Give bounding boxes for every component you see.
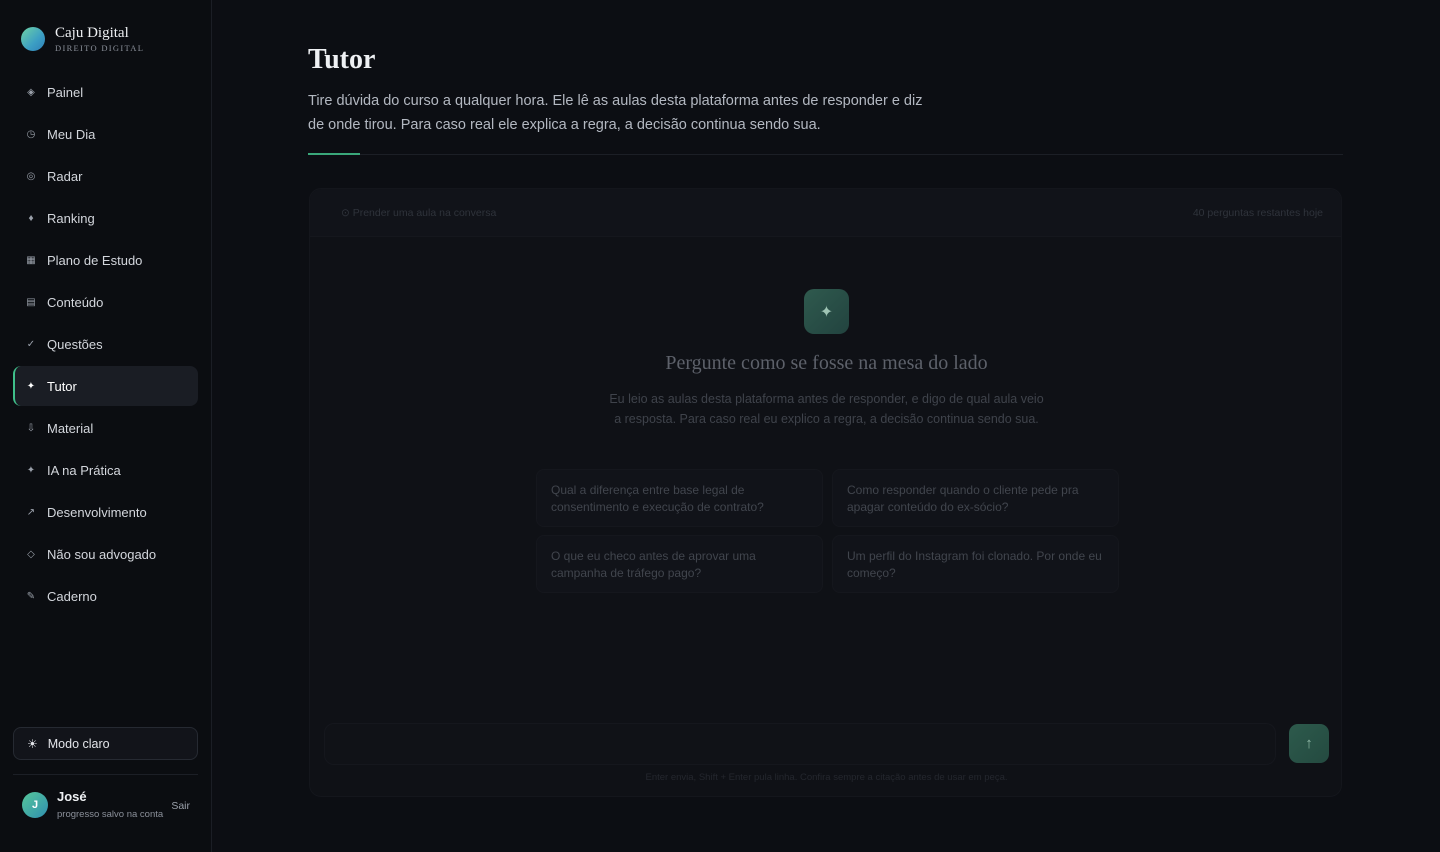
radar-icon: ◎ [26,170,36,182]
suggestion-card[interactable]: Qual a diferença entre base legal de con… [536,469,823,527]
brand-name: Caju Digital [55,25,129,41]
sidebar-item-desenvolvimento[interactable]: ↗ Desenvolvimento [13,492,198,532]
sidebar-item-plano-de-estudo[interactable]: ▦ Plano de Estudo [13,240,198,280]
sidebar-item-label: Radar [47,168,83,184]
user-info: José progresso salvo na conta [57,789,167,820]
sidebar-item-label: Desenvolvimento [47,504,147,520]
pencil-icon: ✎ [26,590,36,602]
theme-toggle-button[interactable]: ☀ Modo claro [13,727,198,760]
user-status: progresso salvo na conta [57,809,164,820]
brand[interactable]: Caju Digital DIREITO DIGITAL [21,26,144,53]
user-name: José [57,789,87,804]
sidebar-item-label: Tutor [47,378,77,394]
sidebar-item-material[interactable]: ⇩ Material [13,408,198,448]
page-description: Tire dúvida do curso a qualquer hora. El… [308,93,923,133]
check-icon: ✓ [26,338,36,350]
download-icon: ⇩ [26,422,36,434]
theme-toggle-label: Modo claro [47,736,110,751]
sidebar-divider [13,774,198,775]
suggestion-card[interactable]: O que eu checo antes de aprovar uma camp… [536,535,823,593]
chat-input[interactable] [324,723,1276,765]
sidebar: Caju Digital DIREITO DIGITAL ◈ Painel ◷ … [0,0,212,852]
brand-subtitle: DIREITO DIGITAL [55,43,145,53]
brand-text: Caju Digital DIREITO DIGITAL [55,25,145,54]
sparkle-icon: ✦ [26,380,36,392]
suggestion-grid: Qual a diferença entre base legal de con… [536,469,1119,593]
sidebar-item-label: Material [47,420,94,436]
empty-state: ✦ Pergunte como se fosse na mesa do lado… [310,289,1341,429]
calendar-grid-icon: ▦ [26,254,36,266]
chat-composer: ↑ [324,723,1329,765]
sidebar-item-label: Questões [47,336,103,352]
page-title: Tutor [308,44,376,75]
diamond-outline-icon: ◇ [27,548,35,560]
send-button[interactable]: ↑ [1289,724,1329,763]
title-accent-bar [308,153,360,155]
sidebar-nav: ◈ Painel ◷ Meu Dia ◎ Radar ♦ Ranking ▦ P… [13,72,198,618]
sidebar-item-label: Não sou advogado [47,546,157,562]
sparkle-icon: ✦ [804,289,849,334]
sidebar-item-label: Painel [47,84,84,100]
avatar[interactable]: J [22,792,48,818]
sidebar-item-ranking[interactable]: ♦ Ranking [13,198,198,238]
sidebar-item-label: IA na Prática [47,462,121,478]
sidebar-item-meu-dia[interactable]: ◷ Meu Dia [13,114,198,154]
empty-state-description: Eu leio as aulas desta plataforma antes … [609,392,1044,426]
arrow-up-icon: ↑ [1305,735,1313,752]
sidebar-item-label: Plano de Estudo [47,252,143,268]
brand-logo-icon [21,27,45,51]
sidebar-item-radar[interactable]: ◎ Radar [13,156,198,196]
sidebar-item-label: Meu Dia [47,126,96,142]
sidebar-item-painel[interactable]: ◈ Painel [13,72,198,112]
sidebar-item-conteudo[interactable]: ▤ Conteúdo [13,282,198,322]
sidebar-item-caderno[interactable]: ✎ Caderno [13,576,198,616]
sidebar-item-label: Conteúdo [47,294,104,310]
suggestion-card[interactable]: Um perfil do Instagram foi clonado. Por … [832,535,1119,593]
chat-header: ⊙ Prender uma aula na conversa 40 pergun… [310,189,1341,237]
list-icon: ▤ [26,296,36,308]
sidebar-item-ia-na-pratica[interactable]: ✦ IA na Prática [13,450,198,490]
sidebar-item-nao-sou-advogado[interactable]: ◇ Não sou advogado [13,534,198,574]
pin-lesson-button[interactable]: ⊙ Prender uma aula na conversa [341,207,496,219]
sidebar-item-tutor[interactable]: ✦ Tutor [13,366,198,406]
sidebar-item-label: Caderno [47,588,97,604]
clock-icon: ◷ [26,128,36,140]
sidebar-item-questoes[interactable]: ✓ Questões [13,324,198,364]
logout-button[interactable]: Sair [171,800,190,812]
chat-panel: ⊙ Prender uma aula na conversa 40 pergun… [309,188,1342,797]
sparkle-icon: ✦ [26,464,36,476]
sidebar-item-label: Ranking [47,210,95,226]
trend-arrow-icon: ↗ [26,506,36,518]
title-divider [308,154,1343,155]
user-panel: J José progresso salvo na conta Sair [22,789,198,820]
sun-icon: ☀ [27,736,38,751]
composer-hint: Enter envia, Shift + Enter pula linha. C… [645,772,1008,783]
remaining-questions: 40 perguntas restantes hoje [1192,206,1323,219]
painel-icon: ◈ [27,86,35,98]
suggestion-card[interactable]: Como responder quando o cliente pede pra… [832,469,1119,527]
empty-state-title: Pergunte como se fosse na mesa do lado [665,352,988,374]
diamond-icon: ♦ [28,212,34,224]
